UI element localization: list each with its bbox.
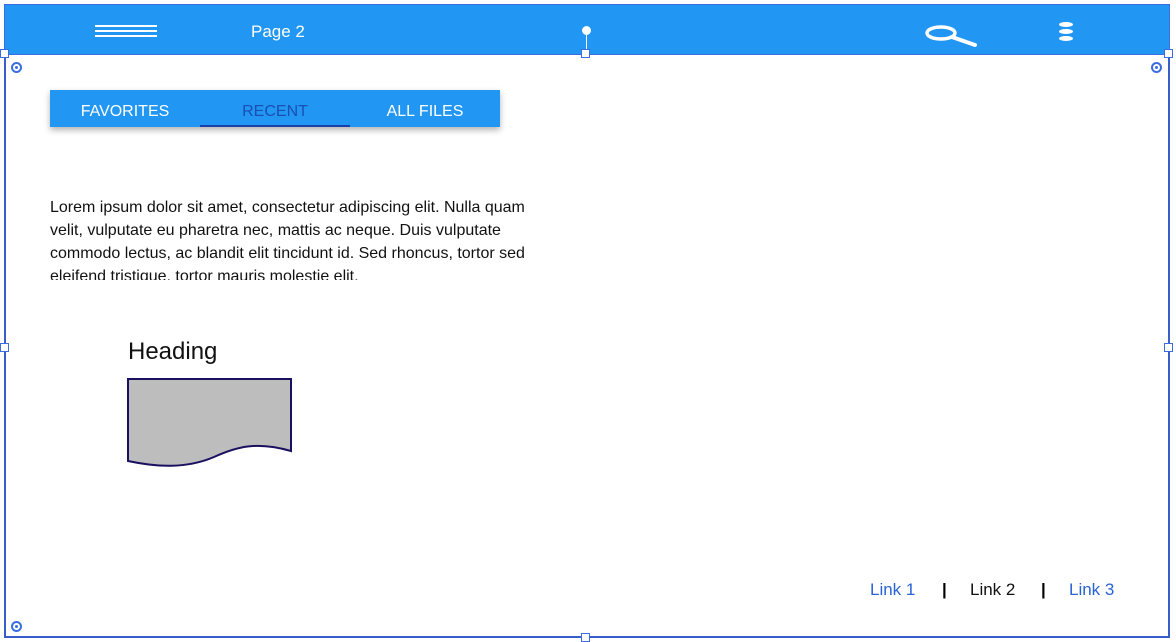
- link-2[interactable]: Link 2: [970, 580, 1015, 600]
- tab-bar: FAVORITES RECENT ALL FILES: [50, 90, 500, 127]
- resize-handle-top-center[interactable]: [581, 49, 590, 58]
- resize-handle-bottom-center[interactable]: [581, 633, 590, 642]
- link-separator: |: [1041, 580, 1046, 599]
- rotation-handle[interactable]: [582, 26, 591, 35]
- app-bar: Page 2: [4, 4, 1170, 55]
- document-shape-icon[interactable]: [126, 377, 294, 471]
- anchor-handle-top-left[interactable]: [11, 62, 22, 73]
- anchor-handle-bottom-left[interactable]: [11, 621, 22, 632]
- resize-handle-top-left[interactable]: [0, 49, 9, 58]
- lorem-paragraph: Lorem ipsum dolor sit amet, consectetur …: [50, 199, 525, 280]
- anchor-handle-top-right[interactable]: [1151, 62, 1162, 73]
- tab-recent[interactable]: RECENT: [200, 90, 350, 120]
- resize-handle-middle-right[interactable]: [1164, 343, 1173, 352]
- tab-all-files[interactable]: ALL FILES: [350, 90, 500, 120]
- hamburger-icon[interactable]: [95, 25, 157, 39]
- more-vertical-icon[interactable]: [1059, 22, 1075, 44]
- page-title: Page 2: [251, 22, 305, 41]
- link-separator: |: [942, 580, 947, 599]
- link-3[interactable]: Link 3: [1069, 580, 1114, 600]
- resize-handle-top-right[interactable]: [1164, 49, 1173, 58]
- link-1[interactable]: Link 1: [870, 580, 915, 600]
- heading: Heading: [128, 338, 218, 365]
- active-tab-indicator: [200, 125, 350, 127]
- tab-favorites[interactable]: FAVORITES: [50, 90, 200, 120]
- search-icon[interactable]: [923, 23, 983, 49]
- resize-handle-middle-left[interactable]: [0, 343, 9, 352]
